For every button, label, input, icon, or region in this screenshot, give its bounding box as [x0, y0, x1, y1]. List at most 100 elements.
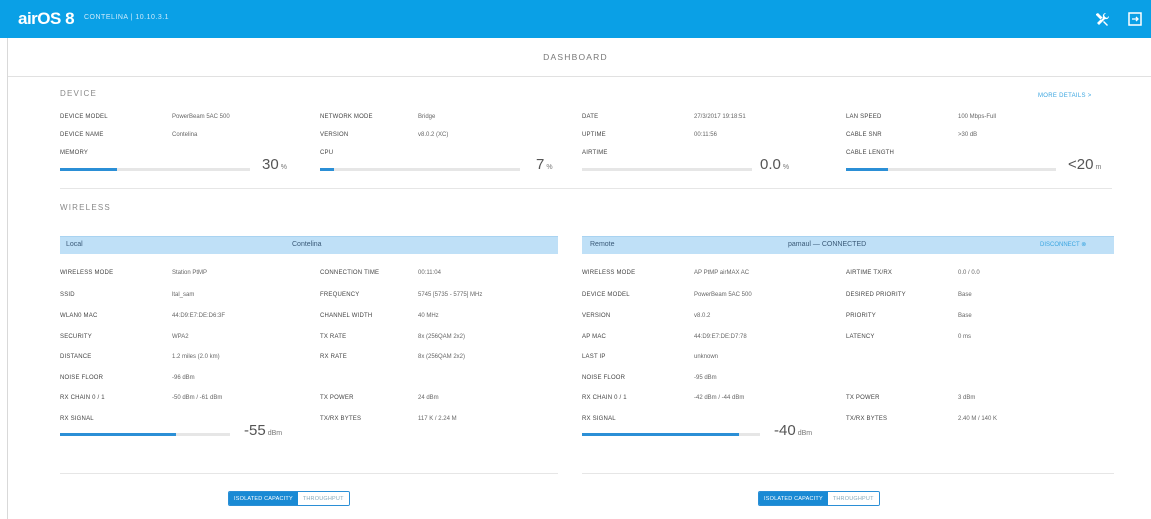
remote-panel-header: Remote pamaul — CONNECTED DISCONNECT ⊗	[582, 236, 1114, 254]
cable-length-bar	[846, 168, 1056, 171]
remote-rx-signal-unit: dBm	[797, 430, 813, 437]
wrench-screwdriver-icon[interactable]	[1091, 8, 1113, 30]
wireless-heading: WIRELESS	[60, 203, 111, 212]
local-bytes-value: 117 K / 2.24 M	[418, 416, 457, 422]
remote-model-label: DEVICE MODEL	[582, 292, 630, 298]
local-bytes-label: TX/RX BYTES	[320, 416, 362, 422]
local-rx-rate-label: RX RATE	[320, 354, 347, 360]
cpu-readout: 7%	[536, 156, 553, 173]
device-name-label: DEVICE NAME	[60, 132, 104, 138]
cable-snr-label: CABLE SNR	[846, 132, 882, 138]
memory-bar	[60, 168, 250, 171]
local-wlan-mac-label: WLAN0 MAC	[60, 313, 98, 319]
local-distance-value: 1.2 miles (2.0 km)	[172, 354, 220, 360]
cpu-bar-fill	[320, 168, 334, 171]
cable-length-label: CABLE LENGTH	[846, 150, 895, 156]
remote-noise-label: NOISE FLOOR	[582, 375, 626, 381]
local-rx-signal-bar-fill	[60, 433, 176, 436]
left-border	[7, 38, 8, 519]
remote-model-value: PowerBeam 5AC 500	[694, 292, 752, 298]
logout-icon[interactable]	[1124, 8, 1146, 30]
version-value: v8.0.2 (XC)	[418, 132, 449, 138]
memory-bar-fill	[60, 168, 117, 171]
remote-last-ip-value: unknown	[694, 354, 719, 360]
remote-last-ip-label: LAST IP	[582, 354, 606, 360]
cpu-label: CPU	[320, 150, 334, 156]
local-wlan-mac-value: 44:D9:E7:DE:D6:3F	[172, 313, 226, 319]
isolated-capacity-tab[interactable]: ISOLATED CAPACITY	[229, 492, 298, 505]
local-conn-time-value: 00:11:04	[418, 270, 441, 276]
cpu-unit: %	[546, 164, 553, 171]
remote-rx-signal-bar	[582, 433, 760, 436]
remote-noise-value: -95 dBm	[694, 375, 717, 381]
local-channel-width-value: 40 MHz	[418, 313, 439, 319]
cpu-bar	[320, 168, 520, 171]
throughput-tab[interactable]: THROUGHPUT	[827, 492, 879, 505]
memory-value: 30	[262, 156, 279, 173]
remote-bytes-value: 2.40 M / 140 K	[958, 416, 998, 422]
remote-panel-title: Remote	[590, 241, 615, 248]
local-security-value: WPA2	[172, 334, 189, 340]
uptime-value: 00:11:56	[694, 132, 717, 138]
local-conn-time-label: CONNECTION TIME	[320, 270, 380, 276]
local-panel-header: Local Contelina	[60, 236, 558, 254]
throughput-tab[interactable]: THROUGHPUT	[297, 492, 349, 505]
device-name-value: Contelina	[172, 132, 198, 138]
local-tx-power-value: 24 dBm	[418, 395, 439, 401]
local-device-name: Contelina	[292, 241, 322, 248]
remote-device-name: pamaul — CONNECTED	[788, 241, 867, 248]
remote-bytes-label: TX/RX BYTES	[846, 416, 888, 422]
memory-readout: 30%	[262, 156, 287, 173]
date-value: 27/3/2017 19:18:51	[694, 114, 746, 120]
remote-desired-priority-value: Base	[958, 292, 972, 298]
memory-unit: %	[280, 164, 287, 171]
local-rx-signal-unit: dBm	[267, 430, 283, 437]
divider	[60, 473, 558, 474]
device-name-header: CONTELINA | 10.10.3.1	[84, 14, 170, 21]
remote-mode-label: WIRELESS MODE	[582, 270, 636, 276]
local-rx-chain-value: -50 dBm / -61 dBm	[172, 395, 223, 401]
remote-view-toggle: ISOLATED CAPACITY THROUGHPUT	[758, 491, 880, 506]
more-details-link[interactable]: MORE DETAILS >	[1038, 93, 1092, 99]
remote-version-label: VERSION	[582, 313, 611, 319]
disconnect-button[interactable]: DISCONNECT ⊗	[1040, 241, 1086, 248]
airtime-value: 0.0	[760, 156, 781, 173]
remote-version-value: v8.0.2	[694, 313, 711, 319]
local-security-label: SECURITY	[60, 334, 92, 340]
lan-speed-label: LAN SPEED	[846, 114, 882, 120]
airtime-bar	[582, 168, 752, 171]
local-panel-title: Local	[66, 241, 83, 248]
remote-ap-mac-value: 44:D9:E7:DE:D7:78	[694, 334, 747, 340]
remote-desired-priority-label: DESIRED PRIORITY	[846, 292, 906, 298]
remote-mode-value: AP PtMP airMAX AC	[694, 270, 750, 276]
airos-logo[interactable]: airOS 8	[18, 9, 75, 29]
local-mode-value: Station PtMP	[172, 270, 208, 276]
local-tx-rate-label: TX RATE	[320, 334, 347, 340]
local-rx-signal-readout: -55 dBm	[244, 422, 282, 439]
local-ssid-value: ltal_sam	[172, 292, 195, 298]
cable-length-readout: <20 m	[1068, 156, 1101, 173]
date-label: DATE	[582, 114, 599, 120]
remote-airtime-value: 0.0 / 0.0	[958, 270, 980, 276]
remote-rx-signal-value: -40	[774, 422, 796, 439]
airtime-readout: 0.0%	[760, 156, 789, 173]
page-title: DASHBOARD	[543, 52, 608, 62]
remote-latency-label: LATENCY	[846, 334, 875, 340]
remote-tx-power-label: TX POWER	[846, 395, 880, 401]
memory-label: MEMORY	[60, 150, 89, 156]
device-model-value: PowerBeam 5AC 500	[172, 114, 230, 120]
local-rx-signal-value: -55	[244, 422, 266, 439]
local-tx-rate-value: 8x (256QAM 2x2)	[418, 334, 466, 340]
version-label: VERSION	[320, 132, 349, 138]
remote-rx-signal-bar-fill	[582, 433, 739, 436]
remote-rx-signal-readout: -40 dBm	[774, 422, 812, 439]
remote-rx-chain-label: RX CHAIN 0 / 1	[582, 395, 627, 401]
remote-rx-chain-value: -42 dBm / -44 dBm	[694, 395, 745, 401]
local-noise-label: NOISE FLOOR	[60, 375, 104, 381]
network-mode-value: Bridge	[418, 114, 436, 120]
remote-latency-value: 0 ms	[958, 334, 972, 340]
isolated-capacity-tab[interactable]: ISOLATED CAPACITY	[759, 492, 828, 505]
local-mode-label: WIRELESS MODE	[60, 270, 114, 276]
local-frequency-label: FREQUENCY	[320, 292, 360, 298]
local-tx-power-label: TX POWER	[320, 395, 354, 401]
